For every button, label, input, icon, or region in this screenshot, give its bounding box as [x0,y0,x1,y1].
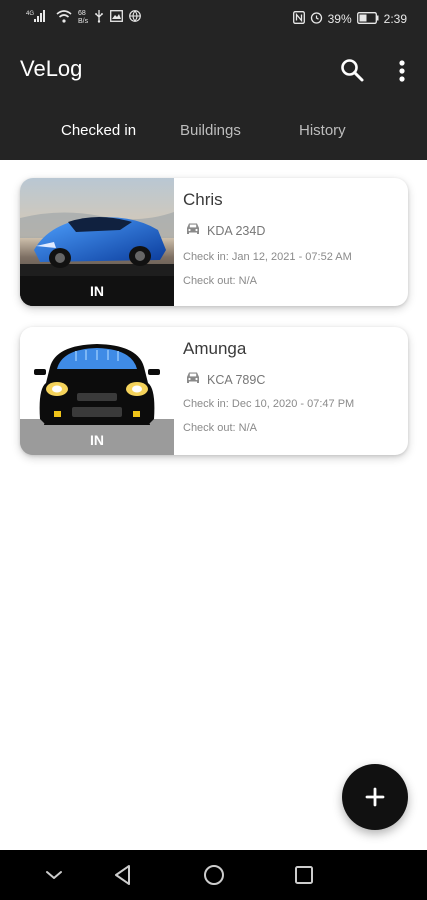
nav-hide-button[interactable] [40,862,68,888]
check-out-time: Check out: N/A [183,422,257,434]
wifi-icon [56,9,72,26]
plate-number: KCA 789C [207,372,266,387]
status-badge: IN [20,425,174,455]
more-options-button[interactable] [392,58,412,86]
vehicle-thumbnail: IN [20,178,174,306]
usb-icon [94,9,104,26]
battery-percent: 39% [327,12,352,26]
home-circle-icon [200,865,228,892]
app-title: VeLog [20,56,83,81]
car-icon [185,371,201,388]
search-icon [338,59,366,88]
owner-name: Chris [183,190,223,209]
app-bar: VeLog Checked in Buildings History [0,38,427,160]
status-left: 4G 68 B/s [26,9,142,26]
check-in-time: Check in: Dec 10, 2020 - 07:47 PM [183,398,355,410]
more-vert-icon [392,60,412,90]
add-vehicle-button[interactable] [342,764,408,830]
tab-history[interactable]: History [299,122,346,139]
image-icon [110,10,124,25]
nav-recents-button[interactable] [290,862,318,888]
tab-checked-in[interactable]: Checked in [61,122,136,139]
system-nav-bar [0,850,427,900]
vehicle-thumbnail: IN [20,327,174,455]
globe-icon [129,10,142,25]
add-icon [363,785,387,814]
nav-back-button[interactable] [110,862,138,888]
vehicle-card[interactable]: IN Amunga KCA 789C Check in: Dec 10, 202… [20,327,408,455]
nfc-icon [292,11,305,27]
owner-name: Amunga [183,339,247,358]
vehicle-card[interactable]: IN Chris KDA 234D Check in: Jan 12, 2021… [20,178,408,306]
status-bar: 4G 68 B/s 39% 2:39 [0,0,427,38]
search-button[interactable] [338,56,366,84]
network-speed: 68 B/s [78,10,88,26]
speed-unit: B/s [78,17,89,25]
plate-number: KDA 234D [207,223,266,238]
car-icon [185,222,201,239]
back-triangle-icon [110,865,138,892]
battery-icon [356,11,379,27]
signal-icon: 4G [26,9,50,26]
svg-text:4G: 4G [26,11,34,17]
nav-home-button[interactable] [200,862,228,888]
check-out-time: Check out: N/A [183,275,257,287]
recent-square-icon [290,866,318,892]
status-badge: IN [20,276,174,306]
chevron-down-icon [40,871,68,892]
clock: 2:39 [383,12,407,26]
tab-buildings[interactable]: Buildings [180,122,241,139]
status-right: 39% 2:39 [292,11,407,27]
plate-row: KDA 234D [185,222,265,239]
speed-value: 68 [78,9,86,17]
check-in-time: Check in: Jan 12, 2021 - 07:52 AM [183,251,352,263]
plate-row: KCA 789C [185,371,265,388]
alarm-icon [310,11,323,27]
